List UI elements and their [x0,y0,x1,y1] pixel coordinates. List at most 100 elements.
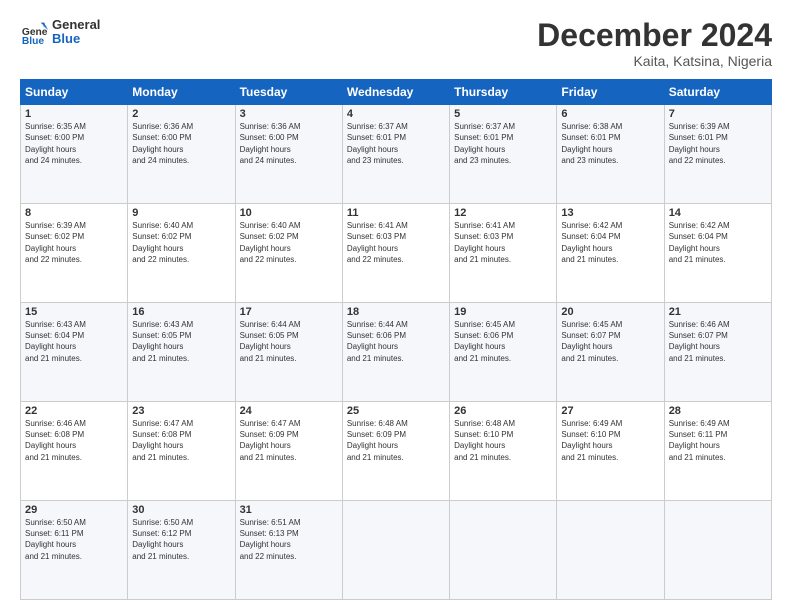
header-sunday: Sunday [21,80,128,105]
day-detail: Sunrise: 6:50 AMSunset: 6:12 PMDaylight … [132,518,193,561]
table-row: 7 Sunrise: 6:39 AMSunset: 6:01 PMDayligh… [664,105,771,204]
day-number: 15 [25,306,123,318]
day-detail: Sunrise: 6:40 AMSunset: 6:02 PMDaylight … [240,221,301,264]
weekday-header-row: Sunday Monday Tuesday Wednesday Thursday… [21,80,772,105]
day-number: 2 [132,108,230,120]
day-detail: Sunrise: 6:44 AMSunset: 6:05 PMDaylight … [240,320,301,363]
day-detail: Sunrise: 6:42 AMSunset: 6:04 PMDaylight … [669,221,730,264]
day-number: 21 [669,306,767,318]
header-thursday: Thursday [450,80,557,105]
day-number: 26 [454,405,552,417]
day-detail: Sunrise: 6:46 AMSunset: 6:07 PMDaylight … [669,320,730,363]
table-row: 8 Sunrise: 6:39 AMSunset: 6:02 PMDayligh… [21,204,128,303]
svg-text:Blue: Blue [22,36,45,46]
day-detail: Sunrise: 6:48 AMSunset: 6:09 PMDaylight … [347,419,408,462]
table-row: 14 Sunrise: 6:42 AMSunset: 6:04 PMDaylig… [664,204,771,303]
header-tuesday: Tuesday [235,80,342,105]
calendar-week-row: 8 Sunrise: 6:39 AMSunset: 6:02 PMDayligh… [21,204,772,303]
day-detail: Sunrise: 6:41 AMSunset: 6:03 PMDaylight … [347,221,408,264]
day-detail: Sunrise: 6:50 AMSunset: 6:11 PMDaylight … [25,518,86,561]
table-row: 18 Sunrise: 6:44 AMSunset: 6:06 PMDaylig… [342,303,449,402]
table-row: 13 Sunrise: 6:42 AMSunset: 6:04 PMDaylig… [557,204,664,303]
table-row: 19 Sunrise: 6:45 AMSunset: 6:06 PMDaylig… [450,303,557,402]
day-detail: Sunrise: 6:36 AMSunset: 6:00 PMDaylight … [132,122,193,165]
table-row [557,501,664,600]
table-row: 2 Sunrise: 6:36 AMSunset: 6:00 PMDayligh… [128,105,235,204]
day-detail: Sunrise: 6:44 AMSunset: 6:06 PMDaylight … [347,320,408,363]
day-detail: Sunrise: 6:49 AMSunset: 6:11 PMDaylight … [669,419,730,462]
table-row: 26 Sunrise: 6:48 AMSunset: 6:10 PMDaylig… [450,402,557,501]
day-number: 9 [132,207,230,219]
title-block: December 2024 Kaita, Katsina, Nigeria [537,18,772,69]
header-friday: Friday [557,80,664,105]
day-number: 14 [669,207,767,219]
table-row: 30 Sunrise: 6:50 AMSunset: 6:12 PMDaylig… [128,501,235,600]
day-number: 30 [132,504,230,516]
day-number: 23 [132,405,230,417]
day-detail: Sunrise: 6:45 AMSunset: 6:07 PMDaylight … [561,320,622,363]
day-detail: Sunrise: 6:37 AMSunset: 6:01 PMDaylight … [347,122,408,165]
day-number: 18 [347,306,445,318]
calendar-week-row: 29 Sunrise: 6:50 AMSunset: 6:11 PMDaylig… [21,501,772,600]
day-detail: Sunrise: 6:35 AMSunset: 6:00 PMDaylight … [25,122,86,165]
day-detail: Sunrise: 6:45 AMSunset: 6:06 PMDaylight … [454,320,515,363]
logo-icon: General Blue [20,18,48,46]
table-row: 25 Sunrise: 6:48 AMSunset: 6:09 PMDaylig… [342,402,449,501]
table-row: 6 Sunrise: 6:38 AMSunset: 6:01 PMDayligh… [557,105,664,204]
table-row [664,501,771,600]
day-number: 22 [25,405,123,417]
day-number: 5 [454,108,552,120]
day-detail: Sunrise: 6:37 AMSunset: 6:01 PMDaylight … [454,122,515,165]
day-number: 3 [240,108,338,120]
table-row: 5 Sunrise: 6:37 AMSunset: 6:01 PMDayligh… [450,105,557,204]
table-row: 31 Sunrise: 6:51 AMSunset: 6:13 PMDaylig… [235,501,342,600]
table-row: 17 Sunrise: 6:44 AMSunset: 6:05 PMDaylig… [235,303,342,402]
calendar-page: General Blue General Blue December 2024 … [0,0,792,612]
logo-text: General Blue [52,18,100,47]
day-number: 1 [25,108,123,120]
table-row: 24 Sunrise: 6:47 AMSunset: 6:09 PMDaylig… [235,402,342,501]
table-row: 15 Sunrise: 6:43 AMSunset: 6:04 PMDaylig… [21,303,128,402]
day-detail: Sunrise: 6:39 AMSunset: 6:02 PMDaylight … [25,221,86,264]
day-detail: Sunrise: 6:51 AMSunset: 6:13 PMDaylight … [240,518,301,561]
day-number: 11 [347,207,445,219]
table-row: 20 Sunrise: 6:45 AMSunset: 6:07 PMDaylig… [557,303,664,402]
table-row: 11 Sunrise: 6:41 AMSunset: 6:03 PMDaylig… [342,204,449,303]
calendar-week-row: 15 Sunrise: 6:43 AMSunset: 6:04 PMDaylig… [21,303,772,402]
day-number: 24 [240,405,338,417]
logo-general: General [52,18,100,32]
day-number: 28 [669,405,767,417]
day-detail: Sunrise: 6:40 AMSunset: 6:02 PMDaylight … [132,221,193,264]
table-row: 12 Sunrise: 6:41 AMSunset: 6:03 PMDaylig… [450,204,557,303]
day-number: 27 [561,405,659,417]
day-number: 17 [240,306,338,318]
logo: General Blue General Blue [20,18,100,47]
day-detail: Sunrise: 6:49 AMSunset: 6:10 PMDaylight … [561,419,622,462]
table-row: 21 Sunrise: 6:46 AMSunset: 6:07 PMDaylig… [664,303,771,402]
calendar-week-row: 22 Sunrise: 6:46 AMSunset: 6:08 PMDaylig… [21,402,772,501]
day-detail: Sunrise: 6:48 AMSunset: 6:10 PMDaylight … [454,419,515,462]
day-number: 19 [454,306,552,318]
day-number: 31 [240,504,338,516]
header-monday: Monday [128,80,235,105]
day-detail: Sunrise: 6:43 AMSunset: 6:04 PMDaylight … [25,320,86,363]
table-row: 10 Sunrise: 6:40 AMSunset: 6:02 PMDaylig… [235,204,342,303]
day-number: 13 [561,207,659,219]
day-detail: Sunrise: 6:36 AMSunset: 6:00 PMDaylight … [240,122,301,165]
location: Kaita, Katsina, Nigeria [537,53,772,69]
table-row [342,501,449,600]
day-number: 4 [347,108,445,120]
table-row: 29 Sunrise: 6:50 AMSunset: 6:11 PMDaylig… [21,501,128,600]
day-detail: Sunrise: 6:47 AMSunset: 6:08 PMDaylight … [132,419,193,462]
header: General Blue General Blue December 2024 … [20,18,772,69]
logo-blue: Blue [52,32,100,46]
table-row: 28 Sunrise: 6:49 AMSunset: 6:11 PMDaylig… [664,402,771,501]
day-number: 16 [132,306,230,318]
day-detail: Sunrise: 6:47 AMSunset: 6:09 PMDaylight … [240,419,301,462]
table-row: 9 Sunrise: 6:40 AMSunset: 6:02 PMDayligh… [128,204,235,303]
day-number: 12 [454,207,552,219]
table-row: 4 Sunrise: 6:37 AMSunset: 6:01 PMDayligh… [342,105,449,204]
day-number: 7 [669,108,767,120]
day-detail: Sunrise: 6:42 AMSunset: 6:04 PMDaylight … [561,221,622,264]
header-saturday: Saturday [664,80,771,105]
